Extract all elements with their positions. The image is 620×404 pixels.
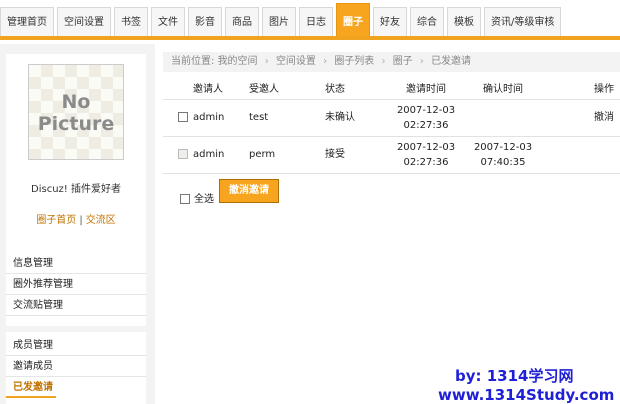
breadcrumb-item-current: 已发邀请 bbox=[431, 56, 472, 67]
cancel-invite-button[interactable]: 撤消邀请 bbox=[219, 179, 279, 203]
exchange-link[interactable]: 交流区 bbox=[86, 215, 116, 226]
circle-home-link[interactable]: 圈子首页 bbox=[36, 215, 76, 226]
header-action: 操作 bbox=[594, 84, 614, 96]
header-status: 状态 bbox=[325, 84, 345, 96]
cell-status: 接受 bbox=[325, 135, 387, 173]
cell-inviter: admin bbox=[193, 98, 249, 136]
table-header-row: 邀请人 受邀人 状态 邀请时间 确认时间 操作 bbox=[163, 77, 620, 99]
invite-date: 2007-12-03 bbox=[396, 141, 456, 153]
tab-space-settings[interactable]: 空间设置 bbox=[57, 7, 111, 36]
sidebar-group-members: 成员管理 邀请成员 已发邀请 bbox=[6, 332, 146, 404]
invites-table: 邀请人 受邀人 状态 邀请时间 确认时间 操作 admin test 未确认 2… bbox=[163, 77, 620, 173]
header-confirm-time: 确认时间 bbox=[483, 84, 523, 96]
revoke-link[interactable]: 撤消 bbox=[594, 112, 614, 123]
table-row: admin test 未确认 2007-12-03 02:27:36 撤消 bbox=[163, 98, 620, 136]
header-invite-time: 邀请时间 bbox=[406, 84, 446, 96]
circle-links: 圈子首页 | 交流区 bbox=[6, 211, 146, 226]
cell-invitee: perm bbox=[249, 135, 325, 173]
watermark-line2: www.1314Study.com bbox=[438, 386, 615, 404]
main-content: 当前位置: 我的空间 › 空间设置 › 圈子列表 › 圈子 › 已发邀请 邀请人… bbox=[163, 52, 620, 232]
sidebar-item-member-manage[interactable]: 成员管理 bbox=[6, 335, 146, 356]
breadcrumb-item-circle[interactable]: 圈子 bbox=[393, 56, 413, 67]
confirm-time: 07:40:35 bbox=[480, 156, 526, 168]
breadcrumb-item-myspace[interactable]: 我的空间 bbox=[218, 56, 258, 67]
select-all-checkbox[interactable] bbox=[180, 194, 190, 204]
cell-status: 未确认 bbox=[325, 98, 387, 136]
sidebar-item-invite-members[interactable]: 邀请成员 bbox=[6, 356, 146, 377]
tab-templates[interactable]: 模板 bbox=[447, 7, 481, 36]
invite-time: 02:27:36 bbox=[403, 119, 449, 131]
row-select-cell bbox=[163, 135, 193, 173]
sidebar: No Picture Discuz! 插件爱好者 圈子首页 | 交流区 信息管理 圈… bbox=[0, 44, 155, 404]
cell-confirm-time: 2007-12-03 07:40:35 bbox=[465, 135, 541, 173]
tab-pictures[interactable]: 图片 bbox=[262, 7, 296, 36]
breadcrumb-item-circle-list[interactable]: 圈子列表 bbox=[334, 56, 374, 67]
header-select bbox=[163, 77, 193, 99]
header-invitee: 受邀人 bbox=[249, 84, 279, 96]
watermark-line1: by: 1314学习网 bbox=[455, 367, 574, 385]
cell-invite-time: 2007-12-03 02:27:36 bbox=[387, 98, 465, 136]
sidebar-item-recommend-manage[interactable]: 圈外推荐管理 bbox=[6, 274, 146, 295]
tab-circles[interactable]: 圈子 bbox=[336, 3, 370, 36]
nav-tabs: 管理首页 空间设置 书签 文件 影音 商品 图片 日志 圈子 好友 综合 模板 … bbox=[0, 3, 564, 36]
sidebar-item-sent-invites[interactable]: 已发邀请 bbox=[6, 377, 56, 398]
breadcrumb: 当前位置: 我的空间 › 空间设置 › 圈子列表 › 圈子 › 已发邀请 bbox=[163, 52, 620, 72]
cell-confirm-time bbox=[465, 98, 541, 136]
select-all[interactable]: 全选 bbox=[180, 190, 214, 205]
avatar-text-line1: No bbox=[61, 91, 91, 113]
row-checkbox[interactable] bbox=[178, 112, 188, 122]
link-separator: | bbox=[79, 215, 83, 226]
cell-invite-time: 2007-12-03 02:27:36 bbox=[387, 135, 465, 173]
row-checkbox-disabled bbox=[178, 149, 188, 160]
breadcrumb-item-space-settings[interactable]: 空间设置 bbox=[276, 56, 316, 67]
tab-info-review[interactable]: 资讯/等级审核 bbox=[484, 7, 562, 36]
select-all-label: 全选 bbox=[194, 194, 214, 205]
cell-inviter: admin bbox=[193, 135, 249, 173]
invite-time: 02:27:36 bbox=[403, 156, 449, 168]
sidebar-item-posts-manage[interactable]: 交流贴管理 bbox=[6, 295, 146, 316]
profile-panel: No Picture Discuz! 插件爱好者 圈子首页 | 交流区 bbox=[6, 54, 146, 274]
tab-general[interactable]: 综合 bbox=[410, 7, 444, 36]
tab-friends[interactable]: 好友 bbox=[373, 7, 407, 36]
breadcrumb-separator: › bbox=[419, 56, 424, 67]
tab-bookmarks[interactable]: 书签 bbox=[114, 7, 148, 36]
cell-action: 撤消 bbox=[541, 98, 620, 136]
breadcrumb-separator: › bbox=[323, 56, 328, 67]
sidebar-group-info: 信息管理 圈外推荐管理 交流贴管理 bbox=[6, 250, 146, 326]
avatar: No Picture bbox=[28, 64, 124, 160]
bulk-actions: 全选 撤消邀请 bbox=[163, 173, 620, 213]
avatar-text-line2: Picture bbox=[37, 113, 115, 135]
tab-blog[interactable]: 日志 bbox=[299, 7, 333, 36]
table-row: admin perm 接受 2007-12-03 02:27:36 2007-12… bbox=[163, 135, 620, 173]
breadcrumb-separator: › bbox=[264, 56, 269, 67]
owner-name: Discuz! 插件爱好者 bbox=[31, 184, 121, 195]
cell-invitee: test bbox=[249, 98, 325, 136]
tab-admin-home[interactable]: 管理首页 bbox=[0, 7, 54, 36]
invite-date: 2007-12-03 bbox=[396, 104, 456, 116]
top-nav: 管理首页 空间设置 书签 文件 影音 商品 图片 日志 圈子 好友 综合 模板 … bbox=[0, 0, 620, 40]
tab-files[interactable]: 文件 bbox=[151, 7, 185, 36]
breadcrumb-separator: › bbox=[381, 56, 386, 67]
sidebar-item-info-manage[interactable]: 信息管理 bbox=[6, 253, 146, 274]
tab-goods[interactable]: 商品 bbox=[225, 7, 259, 36]
tab-media[interactable]: 影音 bbox=[188, 7, 222, 36]
row-select-cell bbox=[163, 98, 193, 136]
cell-action bbox=[541, 135, 620, 173]
breadcrumb-prefix: 当前位置: bbox=[171, 56, 215, 67]
header-inviter: 邀请人 bbox=[193, 84, 223, 96]
confirm-date: 2007-12-03 bbox=[473, 141, 533, 153]
